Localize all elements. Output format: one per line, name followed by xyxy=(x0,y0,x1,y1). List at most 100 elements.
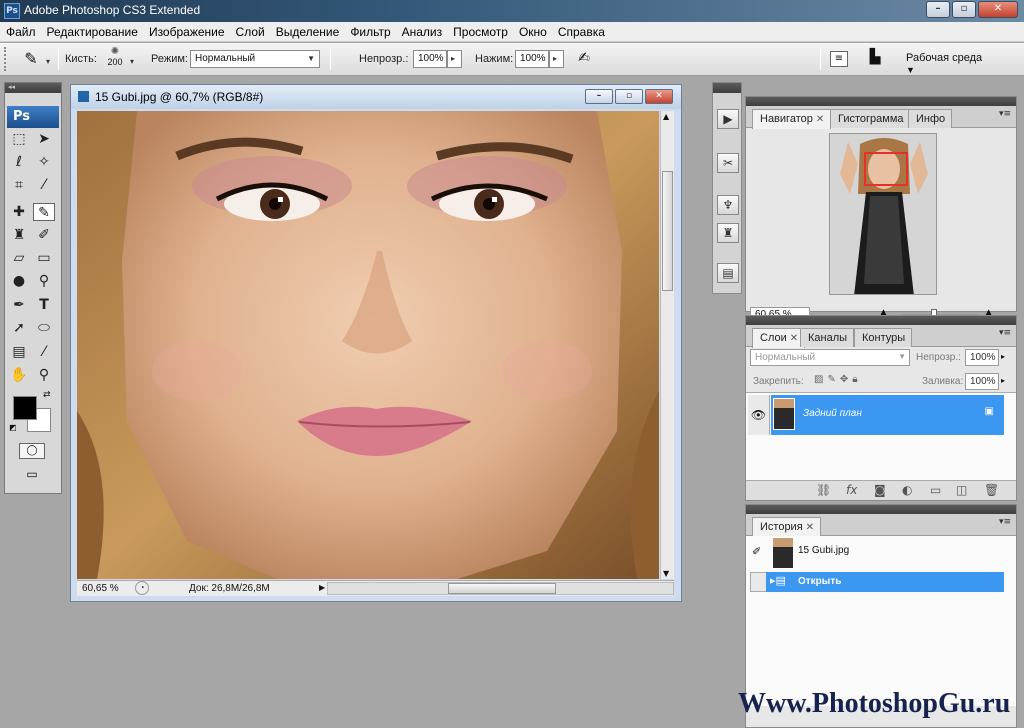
fill-arrow-icon[interactable]: ▸ xyxy=(1001,376,1005,385)
horizontal-scroll-thumb[interactable] xyxy=(448,583,556,594)
history-step-row[interactable]: ▸▤ Открыть xyxy=(746,572,1004,592)
new-layer-icon[interactable]: ◫ xyxy=(956,483,967,497)
tool-presets-icon[interactable]: ✂ xyxy=(717,153,739,173)
menu-layer[interactable]: Слой xyxy=(230,22,270,41)
tab-layers[interactable]: Слои ✕ xyxy=(752,328,806,348)
default-colors-icon[interactable]: ◩ xyxy=(9,423,17,432)
history-panel-header[interactable] xyxy=(746,505,1016,514)
layer-comps-icon[interactable]: ▤ xyxy=(717,263,739,283)
document-title-bar[interactable]: 15 Gubi.jpg @ 60,7% (RGB/8#) – ▫ ✕ xyxy=(71,85,681,109)
horizontal-scrollbar[interactable] xyxy=(327,582,674,595)
history-step-selected[interactable]: ▸▤ Открыть xyxy=(766,572,1004,592)
layer-style-icon[interactable]: fx xyxy=(846,483,857,497)
opacity-slider-button[interactable]: ▸ xyxy=(447,50,462,68)
foreground-color-swatch[interactable] xyxy=(13,396,37,420)
photoshop-logo[interactable]: Ps xyxy=(7,106,59,128)
doc-maximize-button[interactable]: ▫ xyxy=(615,89,643,104)
gradient-icon[interactable]: ▭ xyxy=(33,249,55,267)
panel-menu-icon[interactable]: ▾≡ xyxy=(999,517,1011,527)
ellipse-icon[interactable]: ⬭ xyxy=(33,319,55,337)
lock-icons[interactable]: ▨✎✥🔒︎ xyxy=(814,374,862,385)
dock-header[interactable] xyxy=(713,83,741,93)
close-button[interactable]: ✕ xyxy=(978,1,1018,18)
tab-history[interactable]: История ✕ xyxy=(752,517,822,537)
clone-source-icon[interactable]: ♜ xyxy=(717,223,739,243)
link-layers-icon[interactable]: ⛓ xyxy=(816,483,831,497)
status-menu-icon[interactable]: ◔ xyxy=(135,581,149,595)
menu-analysis[interactable]: Анализ xyxy=(396,22,448,41)
tab-histogram[interactable]: Гистограмма xyxy=(830,109,911,128)
tab-paths[interactable]: Контуры xyxy=(854,328,913,347)
crop-icon[interactable]: ⌗ xyxy=(8,176,30,194)
bridge-icon[interactable]: ▙ xyxy=(864,49,886,69)
airbrush-icon[interactable]: ✍ xyxy=(573,50,595,70)
menu-file[interactable]: Файл xyxy=(0,22,41,41)
menu-image[interactable]: Изображение xyxy=(143,22,230,41)
eyedropper-icon[interactable]: ⁄ xyxy=(33,176,55,194)
history-snapshot-row[interactable]: ✐ 15 Gubi.jpg xyxy=(746,536,1004,570)
screen-mode-icon[interactable]: ▭ xyxy=(19,467,45,485)
maximize-button[interactable]: ▫ xyxy=(952,1,976,18)
status-arrow-icon[interactable]: ▶ xyxy=(319,583,325,592)
move-icon[interactable]: ➤ xyxy=(33,130,55,148)
tab-channels[interactable]: Каналы xyxy=(800,328,855,347)
clone-stamp-icon[interactable]: ♜ xyxy=(8,226,30,244)
layers-panel-header[interactable] xyxy=(746,316,1016,325)
menu-view[interactable]: Просмотр xyxy=(447,22,513,41)
new-group-icon[interactable]: ▭ xyxy=(930,483,941,497)
menu-window[interactable]: Окно xyxy=(513,22,552,41)
path-selection-icon[interactable]: ➚ xyxy=(8,319,30,337)
doc-close-button[interactable]: ✕ xyxy=(645,89,673,104)
brush-dropdown-icon[interactable]: ▾ xyxy=(130,57,134,66)
menu-edit[interactable]: Редактирование xyxy=(41,22,143,41)
image-canvas[interactable] xyxy=(77,111,659,579)
dodge-icon[interactable]: ⚲ xyxy=(33,272,55,290)
brush-tool-preset-icon[interactable]: ✎ xyxy=(16,49,46,71)
eye-icon[interactable]: 👁︎ xyxy=(748,395,770,435)
brush-icon[interactable]: ✎ xyxy=(33,203,55,221)
type-icon[interactable]: T xyxy=(33,296,55,314)
layer-mask-icon[interactable]: ◙ xyxy=(874,483,886,497)
scroll-up-icon[interactable]: ▲ xyxy=(663,112,669,121)
panel-menu-icon[interactable]: ▾≡ xyxy=(999,109,1011,119)
opacity-input[interactable]: 100% xyxy=(413,50,447,68)
actions-panel-icon[interactable]: ▶ xyxy=(717,109,739,129)
history-brush-source-icon[interactable]: ✐ xyxy=(752,545,761,558)
workspace-button[interactable]: Рабочая среда ▼ xyxy=(898,49,994,75)
doc-minimize-button[interactable]: – xyxy=(585,89,613,104)
notes-icon[interactable]: ▤ xyxy=(8,343,30,361)
panel-menu-icon[interactable]: ▾≡ xyxy=(999,328,1011,338)
zoom-icon[interactable]: ⚲ xyxy=(33,366,55,384)
tab-info[interactable]: Инфо xyxy=(908,109,953,128)
menu-help[interactable]: Справка xyxy=(552,22,610,41)
magic-wand-icon[interactable]: ✧ xyxy=(33,153,55,171)
eraser-icon[interactable]: ▱ xyxy=(8,249,30,267)
healing-brush-icon[interactable]: ✚ xyxy=(8,203,30,221)
lasso-icon[interactable]: ℓ xyxy=(8,153,30,171)
brushes-panel-icon[interactable]: ♆ xyxy=(717,195,739,215)
pen-icon[interactable]: ✒ xyxy=(8,296,30,314)
navigator-panel-header[interactable] xyxy=(746,97,1016,106)
layer-opacity-input[interactable]: 100% xyxy=(965,349,999,366)
blend-mode-select[interactable]: Нормальный ▼ xyxy=(750,349,910,366)
quick-mask-icon[interactable]: ◯ xyxy=(19,443,45,459)
vertical-scroll-thumb[interactable] xyxy=(662,171,673,291)
eyedropper2-icon[interactable]: ⁄ xyxy=(33,343,55,361)
layer-row[interactable]: Задний план ▣ xyxy=(771,395,1004,435)
menu-select[interactable]: Выделение xyxy=(270,22,345,41)
flow-input[interactable]: 100% xyxy=(515,50,549,68)
mode-select[interactable]: Нормальный ▼ xyxy=(190,50,320,68)
palette-well-icon[interactable]: ≡ xyxy=(830,51,848,67)
scroll-down-icon[interactable]: ▼ xyxy=(663,569,669,578)
history-brush-icon[interactable]: ✐ xyxy=(33,226,55,244)
tab-navigator[interactable]: Навигатор ✕ xyxy=(752,109,832,129)
doc-zoom-level[interactable]: 60,65 % xyxy=(82,583,119,594)
toolbox-header[interactable]: ◂◂ xyxy=(5,83,61,93)
swap-colors-icon[interactable]: ⇄ xyxy=(43,390,51,400)
minimize-button[interactable]: – xyxy=(926,1,950,18)
brush-picker[interactable]: ✺ 200 xyxy=(104,46,126,67)
tool-preset-dropdown-icon[interactable]: ▾ xyxy=(46,57,50,66)
fill-input[interactable]: 100% xyxy=(965,373,999,390)
navigator-preview[interactable] xyxy=(829,133,937,295)
hand-icon[interactable]: ✋ xyxy=(8,366,30,384)
